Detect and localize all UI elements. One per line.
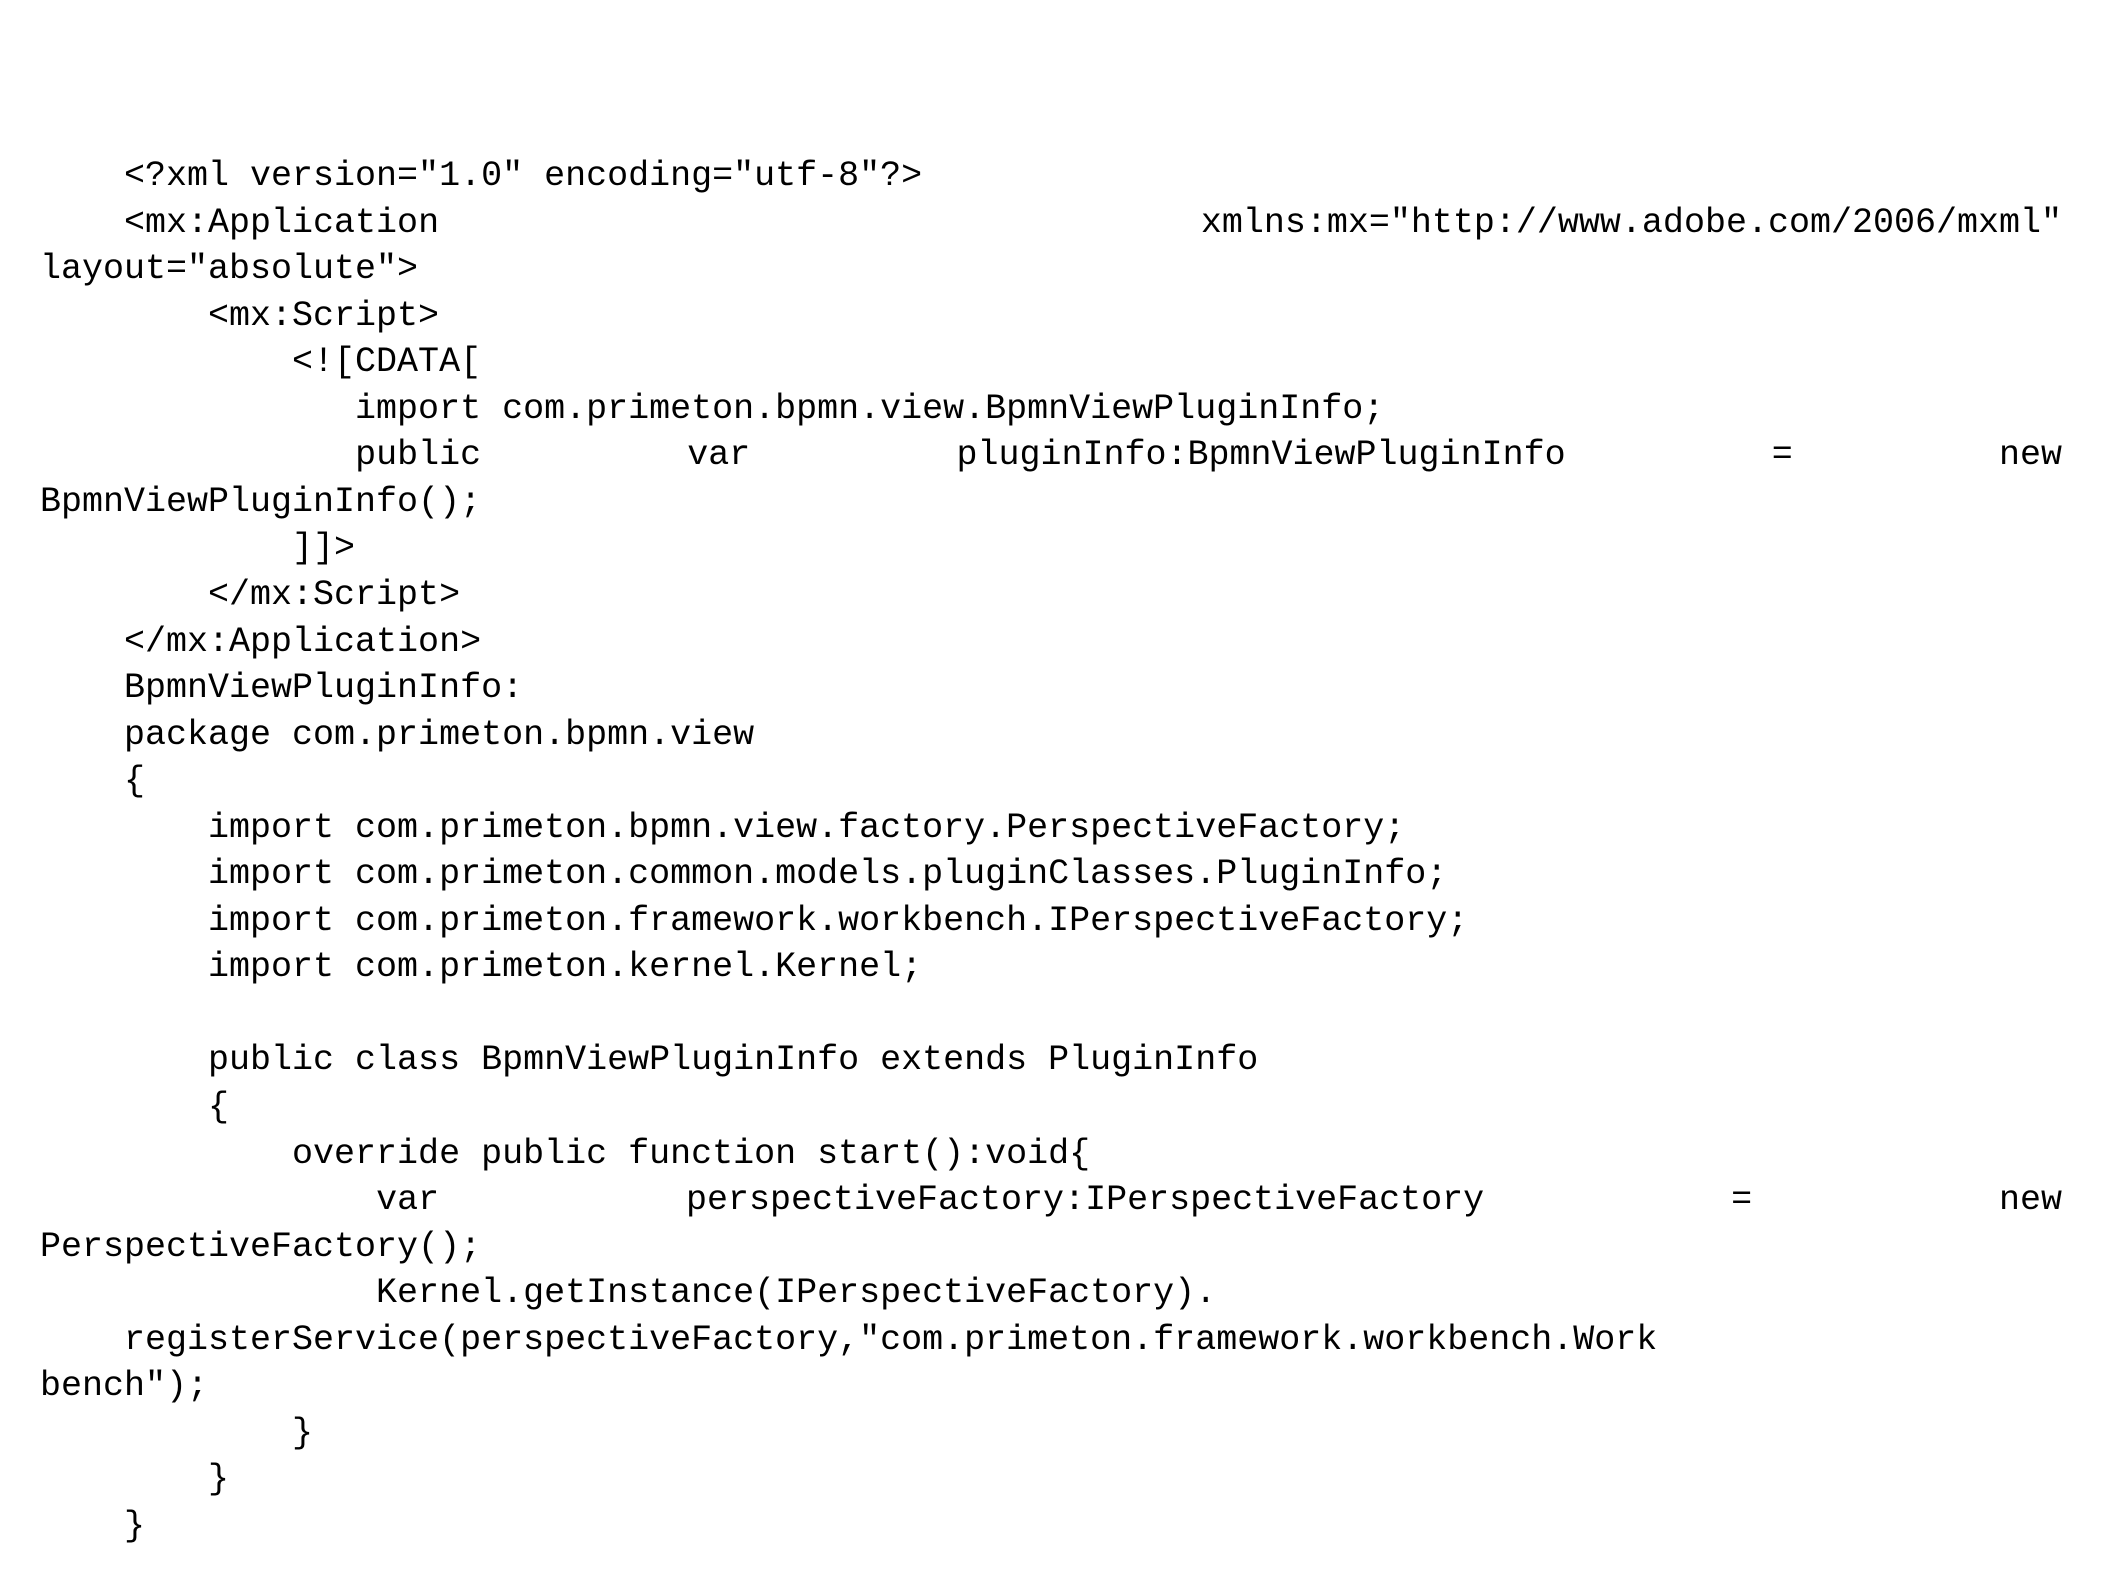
code-line: import com.primeton.kernel.Kernel; <box>40 944 2062 991</box>
code-line: public class BpmnViewPluginInfo extends … <box>40 1037 2062 1084</box>
code-line: import com.primeton.bpmn.view.factory.Pe… <box>40 805 2062 852</box>
code-line: </mx:Application> <box>40 619 2062 666</box>
code-line: <![CDATA[ <box>40 339 2062 386</box>
code-line: ]]> <box>40 525 2062 572</box>
code-line: BpmnViewPluginInfo(); <box>40 479 2062 526</box>
code-line: publicvarpluginInfo:BpmnViewPluginInfo=n… <box>40 432 2062 479</box>
code-line: } <box>40 1456 2062 1503</box>
code-line: package com.primeton.bpmn.view <box>40 712 2062 759</box>
code-line: { <box>40 1084 2062 1131</box>
code-line: Kernel.getInstance(IPerspectiveFactory). <box>40 1270 2062 1317</box>
code-line: <mx:Script> <box>40 293 2062 340</box>
code-line: <?xml version="1.0" encoding="utf-8"?> <box>40 153 2062 200</box>
code-line: BpmnViewPluginInfo: <box>40 665 2062 712</box>
code-line: <mx:Applicationxmlns:mx="http://www.adob… <box>40 200 2062 247</box>
code-line: import com.primeton.bpmn.view.BpmnViewPl… <box>40 386 2062 433</box>
code-line: } <box>40 1503 2062 1550</box>
code-line: import com.primeton.framework.workbench.… <box>40 898 2062 945</box>
code-line: </mx:Script> <box>40 572 2062 619</box>
code-line: import com.primeton.common.models.plugin… <box>40 851 2062 898</box>
code-line: } <box>40 1410 2062 1457</box>
code-line <box>40 991 2062 1038</box>
code-line: bench"); <box>40 1363 2062 1410</box>
code-line: { <box>40 758 2062 805</box>
code-page: <?xml version="1.0" encoding="utf-8"?> <… <box>0 0 2102 1514</box>
code-line: registerService(perspectiveFactory,"com.… <box>40 1317 2062 1364</box>
code-line: layout="absolute"> <box>40 246 2062 293</box>
code-line: override public function start():void{ <box>40 1131 2062 1178</box>
code-block: <?xml version="1.0" encoding="utf-8"?> <… <box>40 153 2062 1549</box>
code-line: PerspectiveFactory(); <box>40 1224 2062 1271</box>
code-line: varperspectiveFactory:IPerspectiveFactor… <box>40 1177 2062 1224</box>
